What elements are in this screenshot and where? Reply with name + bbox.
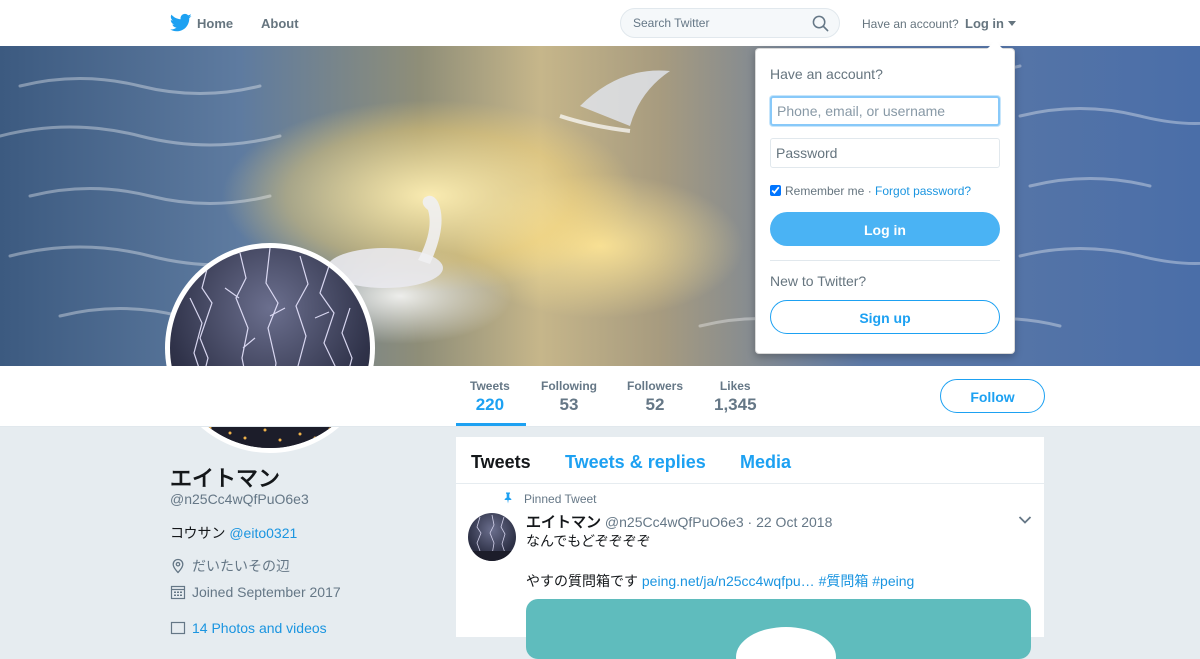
stat-likes[interactable]: Likes 1,345 <box>714 379 757 415</box>
caret-down-icon[interactable] <box>1008 21 1016 26</box>
search-input[interactable] <box>633 16 803 30</box>
tweet-avatar[interactable] <box>468 513 516 561</box>
tab-media[interactable]: Media <box>740 452 791 473</box>
active-stat-underline <box>456 423 526 426</box>
pinned-text: Pinned Tweet <box>524 492 597 506</box>
signup-button[interactable]: Sign up <box>770 300 1000 334</box>
follow-button[interactable]: Follow <box>940 379 1045 413</box>
tweet-header: エイトマン @n25Cc4wQfPuO6e3 · 22 Oct 2018 <box>526 511 832 532</box>
timeline: Tweets Tweets & replies Media Pinned Twe… <box>456 437 1044 659</box>
nav-home-link[interactable]: Home <box>197 16 233 31</box>
profile-nav-bar: Tweets 220 Following 53 Followers 52 Lik… <box>0 366 1200 427</box>
tweet-link-card[interactable] <box>526 599 1031 659</box>
stat-tweets[interactable]: Tweets 220 <box>470 379 510 415</box>
tweet-url-link[interactable]: peing.net/ja/n25cc4wqfpu… <box>642 573 815 589</box>
location-pin-icon <box>172 558 184 574</box>
stat-value: 1,345 <box>714 395 757 414</box>
remember-me-label[interactable]: Remember me <box>785 184 864 198</box>
top-navigation: Home About Have an account? Log in <box>0 0 1200 47</box>
stat-value: 53 <box>559 395 579 414</box>
have-account-text: Have an account? <box>862 17 959 31</box>
location-text: だいたいその辺 <box>192 558 290 574</box>
card-image-shape <box>736 627 836 659</box>
calendar-icon <box>170 585 186 600</box>
photo-icon <box>170 621 186 635</box>
dropdown-caret <box>987 41 1003 49</box>
separator-dot: · <box>867 184 872 198</box>
username-input[interactable] <box>770 96 1000 126</box>
stat-label: Tweets <box>470 379 510 393</box>
stat-value: 52 <box>645 395 665 414</box>
tab-tweets-and-replies[interactable]: Tweets & replies <box>565 452 706 473</box>
tab-tweets[interactable]: Tweets <box>471 452 531 473</box>
joined-text: Joined September 2017 <box>192 584 341 600</box>
bio-mention-link[interactable]: @eito0321 <box>229 525 297 541</box>
search-icon[interactable] <box>812 15 829 32</box>
profile-bio: コウサン @eito0321 <box>170 523 297 543</box>
pinned-tweet-label: Pinned Tweet <box>502 492 597 506</box>
login-dropdown: Have an account? Remember me · Forgot pa… <box>755 41 1015 354</box>
login-button[interactable]: Log in <box>770 212 1000 246</box>
stat-followers[interactable]: Followers 52 <box>627 379 683 415</box>
forgot-password-link[interactable]: Forgot password? <box>875 184 971 198</box>
profile-location: だいたいその辺 <box>170 556 290 576</box>
tweet-date[interactable]: 22 Oct 2018 <box>756 514 832 530</box>
bio-text: コウサン <box>170 525 230 541</box>
twitter-bird-icon[interactable] <box>170 13 192 33</box>
divider <box>770 260 1000 261</box>
remember-me-row: Remember me · Forgot password? <box>770 184 971 198</box>
stat-following[interactable]: Following 53 <box>541 379 597 415</box>
login-menu-toggle[interactable]: Log in <box>965 16 1004 31</box>
profile-photos-link[interactable]: 14 Photos and videos <box>170 620 327 636</box>
profile-name[interactable]: エイトマン <box>170 461 280 493</box>
profile-handle[interactable]: @n25Cc4wQfPuO6e3 <box>170 491 309 507</box>
stat-value: 220 <box>475 395 505 414</box>
password-input[interactable] <box>770 138 1000 168</box>
tweet-author-name[interactable]: エイトマン <box>526 514 601 531</box>
tweet-text-line: なんでもどぞぞぞぞ <box>526 533 651 549</box>
tweet-text-line-links: やすの質問箱です peing.net/ja/n25cc4wqfpu… #質問箱 … <box>526 571 914 591</box>
hashtag-link[interactable]: #peing <box>872 573 914 589</box>
pin-icon <box>504 492 512 504</box>
tweet-text: やすの質問箱です <box>526 573 642 589</box>
remember-me-checkbox[interactable] <box>770 185 781 196</box>
new-to-twitter-text: New to Twitter? <box>770 273 867 289</box>
hashtag-link[interactable]: #質問箱 <box>819 573 869 589</box>
stat-label: Following <box>541 379 597 393</box>
tweet-separator: · <box>747 514 753 530</box>
search-box <box>620 8 840 38</box>
profile-joined: Joined September 2017 <box>170 584 341 600</box>
photos-text[interactable]: 14 Photos and videos <box>192 620 327 636</box>
chevron-down-icon[interactable] <box>1018 515 1032 525</box>
tweet-author-handle[interactable]: @n25Cc4wQfPuO6e3 <box>605 514 744 530</box>
login-dropdown-title: Have an account? <box>770 66 883 82</box>
stat-label: Followers <box>627 379 684 393</box>
stat-label: Likes <box>719 379 751 393</box>
tweet-avatar-image <box>468 514 516 561</box>
nav-about-link[interactable]: About <box>261 16 299 31</box>
timeline-tabs: Tweets Tweets & replies Media <box>456 437 1044 484</box>
